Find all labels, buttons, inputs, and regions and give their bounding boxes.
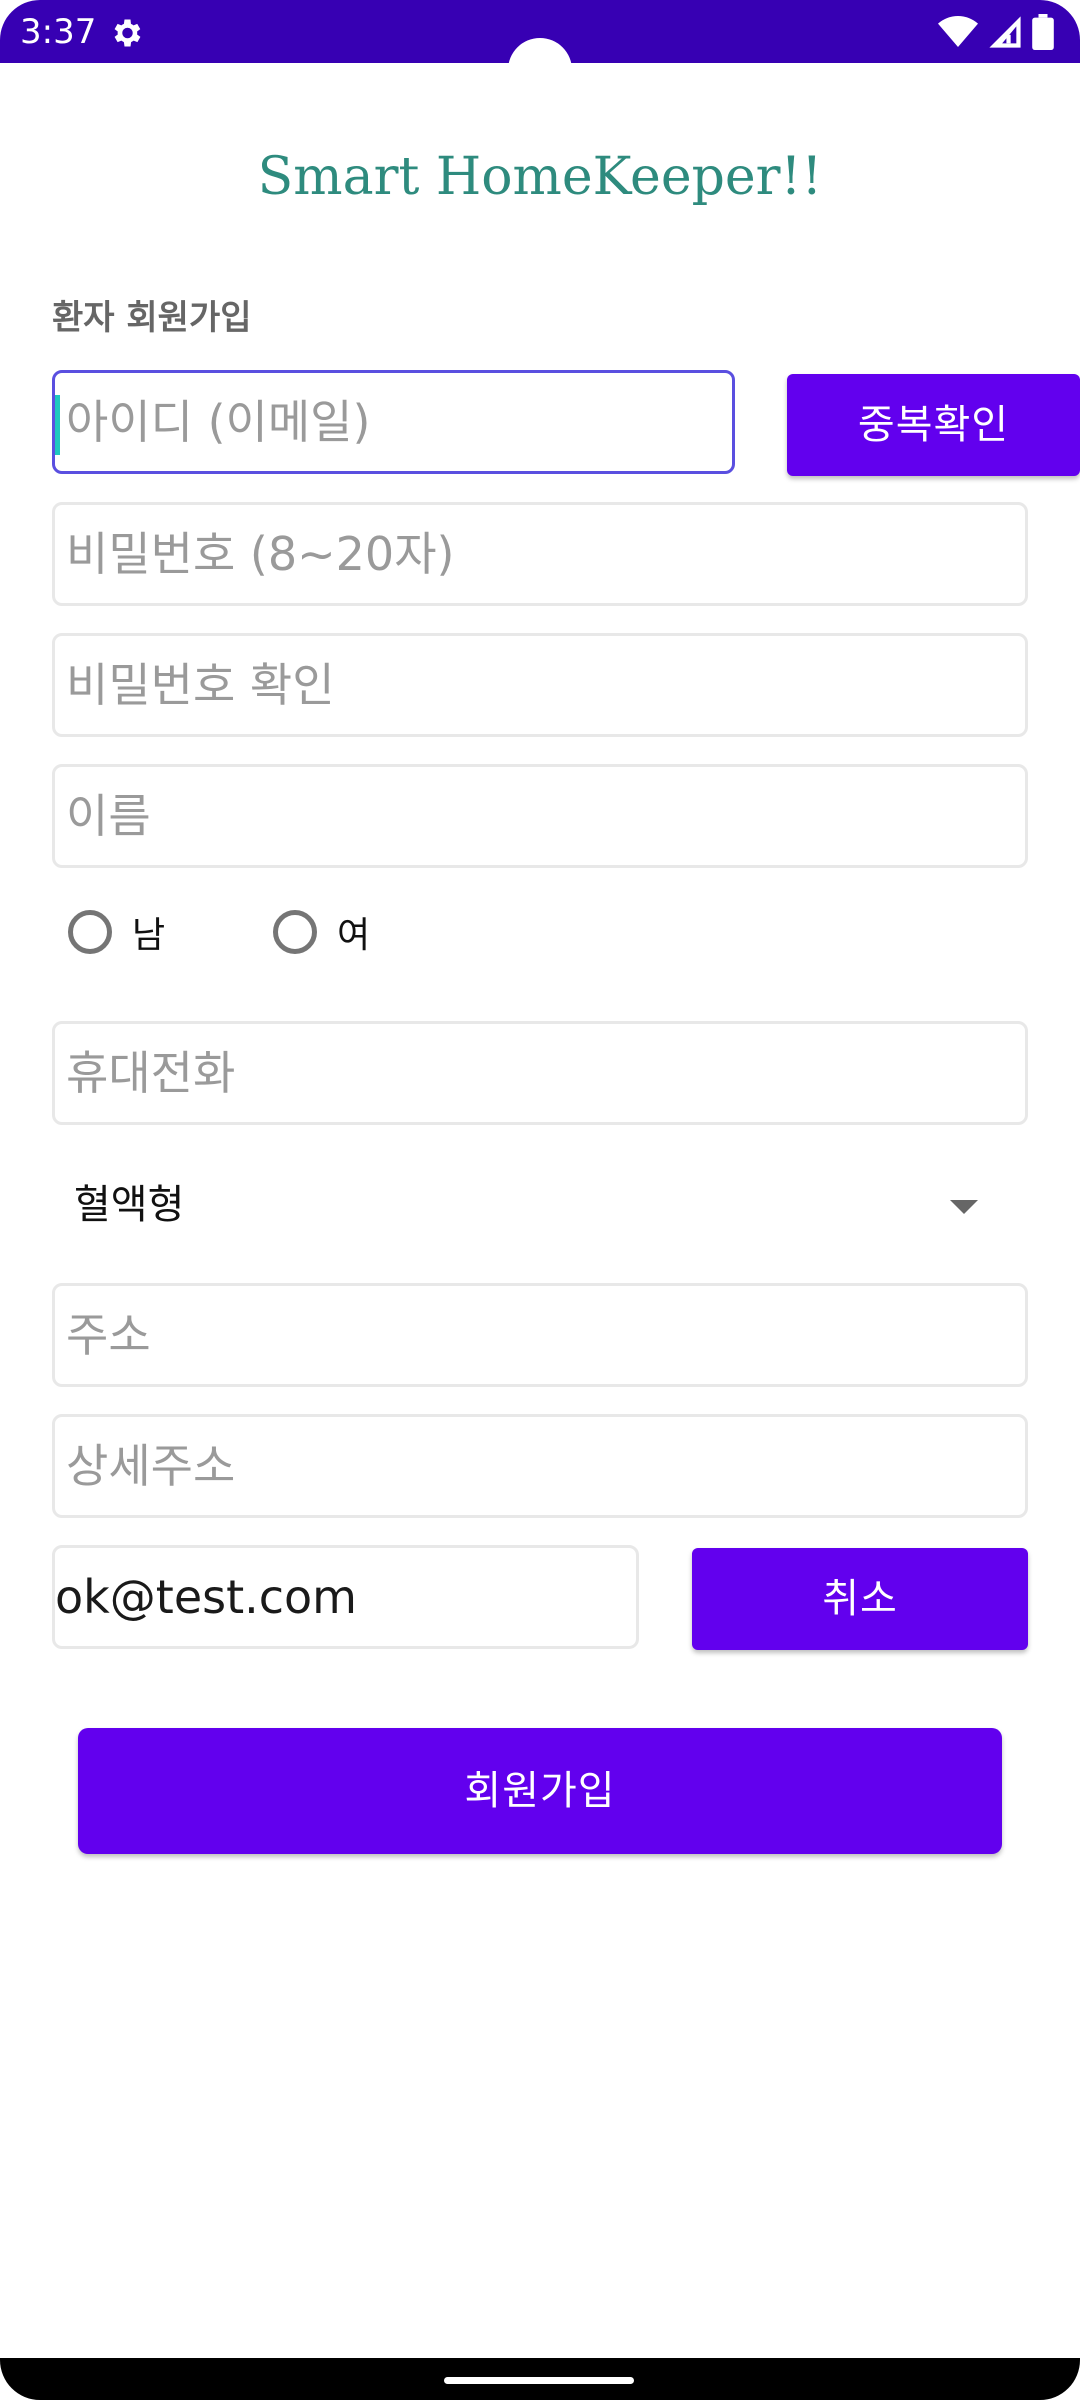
password-placeholder: 비밀번호 (8~20자)	[66, 527, 455, 581]
section-label: 환자 회원가입	[52, 298, 252, 338]
blood-type-spinner[interactable]: 혈액형	[52, 1170, 1028, 1240]
phone-input[interactable]: 휴대전화	[52, 1021, 1028, 1125]
address-placeholder: 주소	[66, 1308, 151, 1362]
dropdown-arrow-icon	[950, 1200, 978, 1214]
gender-male-label: 남	[132, 915, 166, 956]
email-field[interactable]: ok@test.com	[52, 1545, 639, 1649]
radio-unchecked-icon	[273, 910, 317, 954]
wifi-icon	[938, 16, 978, 47]
status-icons	[938, 13, 1054, 51]
id-input[interactable]: 아이디 (이메일)	[52, 370, 735, 474]
battery-icon	[1032, 14, 1054, 50]
blood-type-value: 혈액형	[74, 1182, 185, 1228]
gear-icon	[114, 19, 141, 47]
password-confirm-placeholder: 비밀번호 확인	[66, 658, 335, 712]
email-value: ok@test.com	[55, 1570, 357, 1624]
id-placeholder: 아이디 (이메일)	[66, 395, 371, 449]
phone-placeholder: 휴대전화	[66, 1046, 236, 1100]
app-title: Smart HomeKeeper!!	[257, 147, 823, 207]
address-detail-input[interactable]: 상세주소	[52, 1414, 1028, 1518]
radio-unchecked-icon	[68, 910, 112, 954]
text-caret	[55, 395, 60, 455]
address-detail-placeholder: 상세주소	[66, 1439, 236, 1493]
camera-cutout	[508, 38, 572, 102]
cancel-button[interactable]: 취소	[692, 1548, 1028, 1650]
gender-female-label: 여	[337, 915, 371, 956]
gender-female-radio[interactable]: 여	[273, 902, 370, 962]
status-time: 3:37	[20, 12, 97, 52]
check-duplicate-button[interactable]: 중복확인	[787, 374, 1080, 476]
gender-male-radio[interactable]: 남	[68, 902, 165, 962]
signup-screen: 3:37 Smart HomeKeeper!! 환자 회원가입 아이디 (이메일…	[0, 0, 1080, 2400]
address-input[interactable]: 주소	[52, 1283, 1028, 1387]
name-placeholder: 이름	[66, 789, 151, 843]
name-input[interactable]: 이름	[52, 764, 1028, 868]
signal-icon	[989, 16, 1021, 48]
password-input[interactable]: 비밀번호 (8~20자)	[52, 502, 1028, 606]
password-confirm-input[interactable]: 비밀번호 확인	[52, 633, 1028, 737]
signup-button[interactable]: 회원가입	[78, 1728, 1002, 1854]
home-indicator[interactable]	[444, 2377, 634, 2384]
